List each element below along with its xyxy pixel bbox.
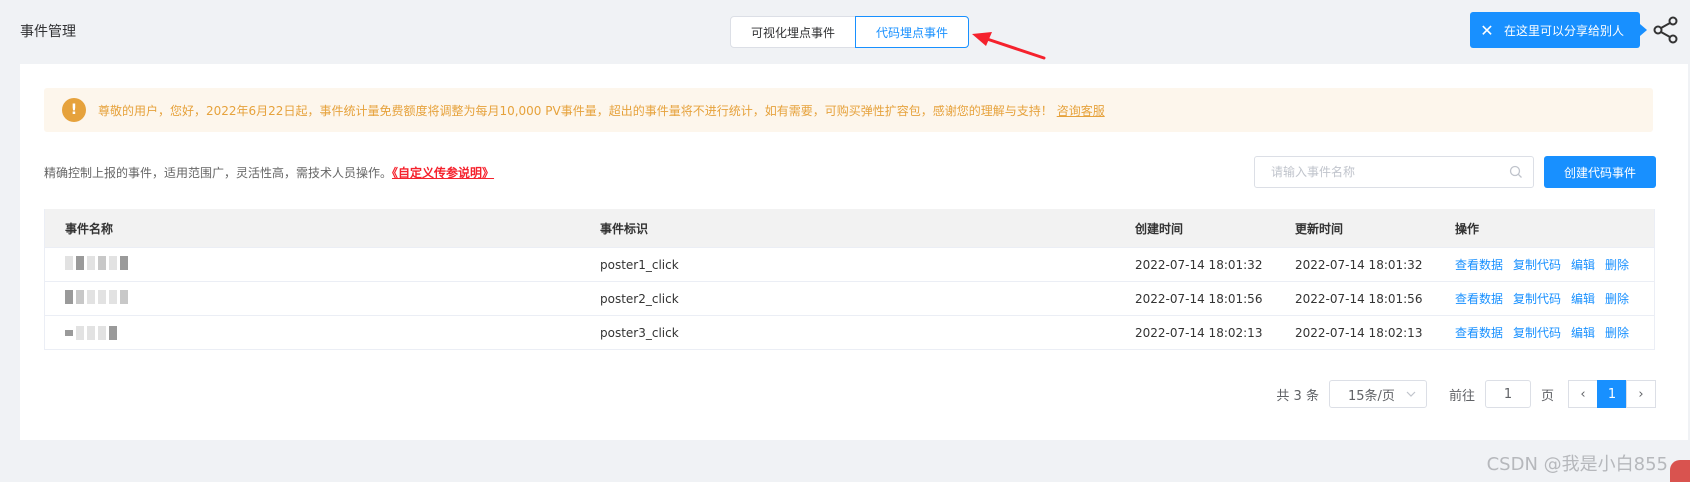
view-data-link[interactable]: 查看数据 — [1455, 256, 1503, 273]
edit-link[interactable]: 编辑 — [1571, 290, 1595, 307]
header-event-id: 事件标识 — [600, 221, 649, 236]
search-input[interactable] — [1271, 165, 1509, 179]
total-count: 共 3 条 — [1276, 388, 1319, 404]
updated-time: 2022-07-14 18:01:56 — [1295, 291, 1423, 306]
event-name-redacted — [45, 325, 580, 340]
page-unit-label: 页 — [1540, 388, 1554, 404]
goto-label: 前往 — [1448, 388, 1475, 404]
redacted-text — [65, 326, 117, 340]
edit-link[interactable]: 编辑 — [1571, 256, 1595, 273]
share-icon[interactable] — [1653, 16, 1679, 44]
created-time: 2022-07-14 18:01:32 — [1135, 257, 1263, 272]
delete-link[interactable]: 删除 — [1605, 256, 1629, 273]
search-icon[interactable] — [1509, 165, 1523, 179]
page-buttons: ‹ 1 › — [1568, 380, 1656, 408]
share-tooltip: ✕ 在这里可以分享给别人 — [1470, 12, 1647, 48]
table-header: 事件名称 事件标识 创建时间 更新时间 操作 — [45, 209, 1654, 247]
edit-link[interactable]: 编辑 — [1571, 324, 1595, 341]
row-actions: 查看数据 复制代码 编辑 删除 — [1435, 256, 1654, 273]
custom-params-link[interactable]: 《自定义传参说明》 — [392, 166, 494, 180]
page-size-select[interactable]: 15条/页 — [1328, 380, 1427, 408]
tab-visual-events[interactable]: 可视化埋点事件 — [730, 16, 856, 48]
next-page-button[interactable]: › — [1626, 380, 1656, 408]
copy-code-link[interactable]: 复制代码 — [1513, 290, 1561, 307]
share-tooltip-text: 在这里可以分享给别人 — [1504, 23, 1625, 38]
page-size-value: 15条/页 — [1347, 388, 1395, 404]
contact-support-link[interactable]: 咨询客服 — [1057, 102, 1105, 119]
description: 精确控制上报的事件，适用范围广，灵活性高，需技术人员操作。《自定义传参说明》 — [44, 164, 494, 181]
redacted-text — [65, 256, 128, 270]
chevron-down-icon — [1406, 391, 1416, 397]
table-row: poster1_click 2022-07-14 18:01:32 2022-0… — [45, 247, 1654, 281]
redacted-text — [65, 290, 128, 304]
main-card: ! 尊敬的用户，您好，2022年6月22日起，事件统计量免费额度将调整为每月10… — [20, 64, 1688, 440]
notice-text: 尊敬的用户，您好，2022年6月22日起，事件统计量免费额度将调整为每月10,0… — [98, 103, 1053, 118]
warning-icon: ! — [62, 98, 86, 122]
search-box — [1254, 156, 1534, 188]
event-type-tabs: 可视化埋点事件 代码埋点事件 — [730, 16, 969, 48]
delete-link[interactable]: 删除 — [1605, 290, 1629, 307]
row-actions: 查看数据 复制代码 编辑 删除 — [1435, 324, 1654, 341]
updated-time: 2022-07-14 18:02:13 — [1295, 325, 1423, 340]
create-code-event-button[interactable]: 创建代码事件 — [1544, 156, 1656, 188]
row-actions: 查看数据 复制代码 编辑 删除 — [1435, 290, 1654, 307]
header-actions: 操作 — [1455, 221, 1480, 236]
notice-banner: ! 尊敬的用户，您好，2022年6月22日起，事件统计量免费额度将调整为每月10… — [44, 88, 1653, 132]
goto-page-input[interactable] — [1484, 380, 1531, 408]
prev-page-button[interactable]: ‹ — [1568, 380, 1598, 408]
delete-link[interactable]: 删除 — [1605, 324, 1629, 341]
page-title: 事件管理 — [20, 24, 76, 40]
pagination: 共 3 条 15条/页 前往 页 ‹ 1 › — [1276, 380, 1656, 408]
event-id: poster3_click — [600, 325, 679, 340]
copy-code-link[interactable]: 复制代码 — [1513, 324, 1561, 341]
table-row: poster3_click 2022-07-14 18:02:13 2022-0… — [45, 315, 1654, 349]
event-name-redacted — [45, 290, 580, 307]
created-time: 2022-07-14 18:02:13 — [1135, 325, 1263, 340]
watermark: CSDN @我是小白855 — [1486, 454, 1668, 475]
table-row: poster2_click 2022-07-14 18:01:56 2022-0… — [45, 281, 1654, 315]
copy-code-link[interactable]: 复制代码 — [1513, 256, 1561, 273]
description-text: 精确控制上报的事件，适用范围广，灵活性高，需技术人员操作。 — [44, 166, 393, 180]
page-1-button[interactable]: 1 — [1597, 380, 1627, 408]
tab-code-events[interactable]: 代码埋点事件 — [855, 16, 969, 48]
close-icon[interactable]: ✕ — [1470, 21, 1504, 40]
event-name-redacted — [45, 256, 580, 273]
annotation-arrow-tab — [972, 32, 1046, 60]
header-updated: 更新时间 — [1295, 221, 1344, 236]
events-table: 事件名称 事件标识 创建时间 更新时间 操作 poster1_click 202… — [44, 209, 1655, 350]
header-event-name: 事件名称 — [65, 221, 114, 236]
created-time: 2022-07-14 18:01:56 — [1135, 291, 1263, 306]
corner-badge-icon — [1670, 460, 1690, 482]
updated-time: 2022-07-14 18:01:32 — [1295, 257, 1423, 272]
event-id: poster1_click — [600, 257, 679, 272]
header-created: 创建时间 — [1135, 221, 1184, 236]
view-data-link[interactable]: 查看数据 — [1455, 324, 1503, 341]
event-id: poster2_click — [600, 291, 679, 306]
view-data-link[interactable]: 查看数据 — [1455, 290, 1503, 307]
